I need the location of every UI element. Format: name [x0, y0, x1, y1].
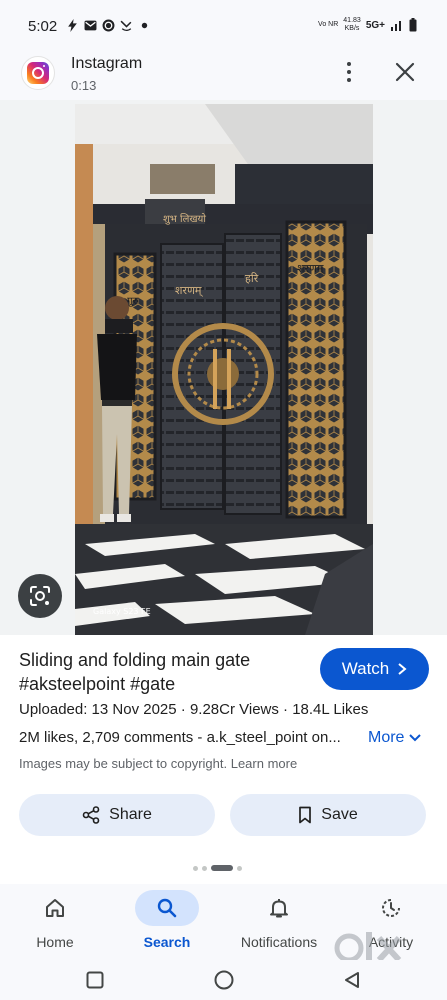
result-title[interactable]: Sliding and folding main gate #aksteelpo…: [19, 648, 309, 696]
app-name[interactable]: Instagram: [71, 55, 142, 73]
signal-icon: [391, 21, 401, 31]
image-viewer: शुभ लिखयो गुरु शरणम् हरि शरणम् Galaxy S2…: [0, 100, 447, 635]
gate-text: शरणम्: [297, 262, 326, 275]
status-time: 5:02: [28, 18, 58, 35]
nav-pill: [359, 890, 423, 926]
gate-text: शुभ लिखयो: [163, 213, 206, 225]
copyright-note[interactable]: Images may be subject to copyright. Lear…: [19, 756, 297, 771]
back-button[interactable]: [337, 965, 367, 995]
status-bar: 5:02 Vo NR 41.83 KB/s 5G+: [0, 0, 447, 52]
notification-icons: [66, 19, 151, 32]
carousel-dot: [237, 865, 242, 871]
bolt-icon: [68, 19, 77, 32]
nav-pill: [247, 890, 311, 926]
recent-apps-icon: [86, 971, 104, 989]
app-header: Instagram 0:13: [0, 52, 447, 100]
carousel-dot: [193, 865, 198, 871]
whatsapp-icon: [102, 19, 115, 32]
nav-pill: [23, 890, 87, 926]
gate-text: गुरु: [127, 296, 140, 307]
gate-text: शरणम्: [175, 284, 204, 297]
missed-call-icon: [120, 20, 132, 32]
result-image[interactable]: शुभ लिखयो गुरु शरणम् हरि शरणम् Galaxy S2…: [75, 104, 373, 635]
camera-watermark: Galaxy S23 FE: [93, 607, 151, 616]
watch-button[interactable]: Watch: [320, 648, 429, 690]
status-right: Vo NR 41.83 KB/s 5G+: [318, 17, 417, 33]
gate-photo: शुभ लिखयो गुरु शरणम् हरि शरणम् Galaxy S2…: [75, 104, 373, 635]
result-description: 2M likes, 2,709 comments - a.k_steel_poi…: [19, 729, 341, 746]
google-lens-button[interactable]: [18, 574, 62, 618]
save-label: Save: [321, 806, 358, 823]
more-link[interactable]: More: [368, 729, 422, 747]
volte-indicator: Vo NR: [318, 21, 339, 28]
network-speed-unit: KB/s: [344, 25, 360, 32]
close-icon[interactable]: [394, 61, 416, 83]
home-system-button[interactable]: [209, 965, 239, 995]
more-options-icon[interactable]: [338, 60, 360, 84]
bell-icon: [270, 899, 288, 918]
share-icon: [82, 806, 100, 824]
home-icon: [46, 899, 64, 917]
network-type: 5G+: [365, 19, 385, 31]
carousel-dot: [202, 865, 207, 871]
instagram-logo-icon[interactable]: [21, 56, 55, 90]
gate-text: हरि: [245, 272, 259, 285]
more-label: More: [368, 729, 405, 746]
lens-icon: [30, 586, 50, 606]
video-duration: 0:13: [71, 78, 97, 93]
mail-icon: [84, 20, 97, 31]
nav-label: Search: [143, 934, 191, 950]
dot-icon: [141, 22, 148, 29]
battery-icon: [409, 18, 417, 32]
carousel-dot-active: [211, 865, 233, 871]
system-navigation-bar: [0, 960, 447, 1000]
home-circle-icon: [214, 970, 234, 990]
result-meta: Uploaded: 13 Nov 2025 · 9.28Cr Views · 1…: [19, 701, 369, 718]
nav-label: Notifications: [240, 934, 318, 950]
share-label: Share: [109, 806, 152, 823]
network-speed-value: 41.83: [343, 17, 361, 24]
nav-label: Home: [36, 934, 74, 950]
search-icon: [157, 898, 177, 918]
nav-item-notifications[interactable]: Notifications: [236, 884, 322, 960]
bookmark-icon: [299, 806, 312, 824]
nav-pill: [135, 890, 199, 926]
nav-item-home[interactable]: Home: [22, 884, 88, 960]
chevron-down-icon: [409, 734, 422, 742]
recent-apps-button[interactable]: [80, 965, 110, 995]
activity-icon: [382, 899, 400, 917]
carousel-indicator: [193, 865, 242, 871]
watch-label: Watch: [341, 659, 390, 678]
share-button[interactable]: Share: [19, 794, 215, 836]
save-button[interactable]: Save: [230, 794, 426, 836]
chevron-right-icon: [398, 663, 407, 675]
nav-item-search[interactable]: Search: [134, 884, 200, 960]
back-triangle-icon: [345, 972, 359, 988]
network-speed: 41.83 KB/s: [343, 17, 361, 33]
